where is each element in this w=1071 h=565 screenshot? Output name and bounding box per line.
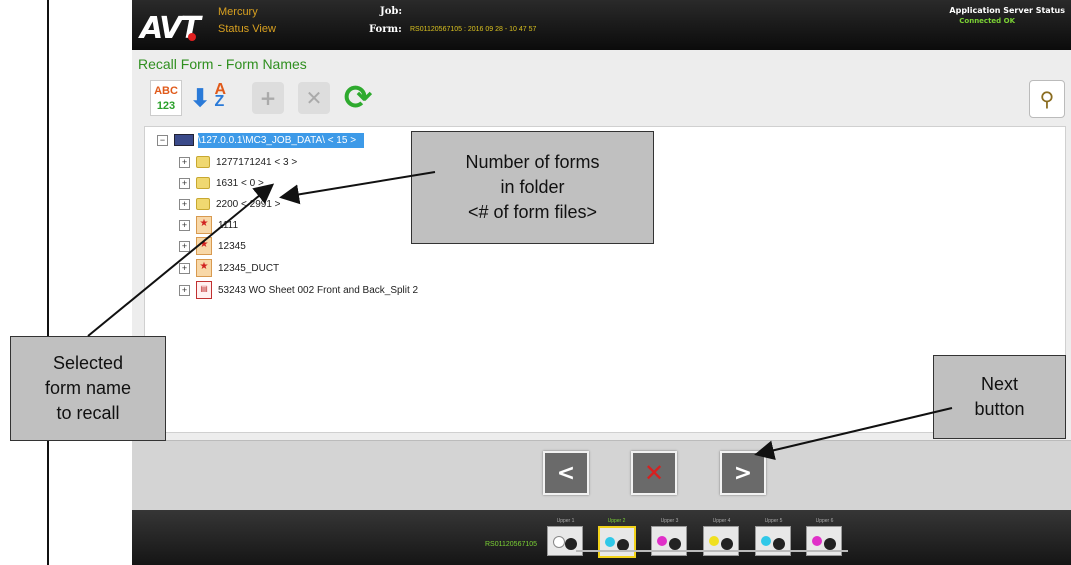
arrow-to-next-button [754,407,953,461]
arrow-to-folder-count [279,171,436,205]
callout-arrows [87,171,953,461]
arrow-to-selected-form [87,183,275,337]
